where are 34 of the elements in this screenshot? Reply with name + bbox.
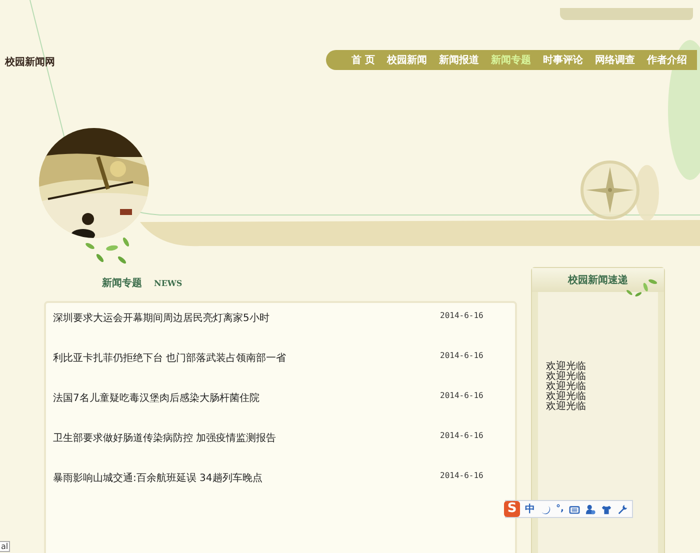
punctuation-toggle[interactable]: °,: [556, 504, 564, 514]
nav-link[interactable]: 首 页: [346, 53, 381, 67]
shirt-icon[interactable]: [600, 504, 612, 514]
input-mode-toggle[interactable]: 中: [525, 502, 535, 516]
marquee-text: 欢迎光临: [546, 382, 587, 392]
section-title: 新闻专题: [102, 276, 142, 290]
news-date: 2014-6-16: [440, 351, 484, 360]
nav-link[interactable]: 新闻报道: [433, 53, 485, 67]
marquee-text: 欢迎光临: [546, 362, 587, 372]
user-icon[interactable]: [584, 504, 596, 514]
news-link[interactable]: 卫生部要求做好肠道传染病防控 加强疫情监测报告: [53, 431, 440, 445]
news-link[interactable]: 暴雨影响山城交通:百余航班延误 34趟列车晚点: [53, 471, 440, 485]
marquee-text: 欢迎光临: [546, 372, 587, 382]
news-date: 2014-6-16: [440, 431, 484, 440]
section-subtitle: NEWS: [154, 278, 182, 288]
marquee-text: 欢迎光临: [546, 402, 587, 412]
nav-link[interactable]: 时事评论: [537, 53, 589, 67]
nav-link[interactable]: 网络调查: [589, 53, 641, 67]
nav-link[interactable]: 作者介绍: [641, 53, 693, 67]
news-link[interactable]: 深圳要求大运会开幕期间周边居民亮灯离家5小时: [53, 311, 440, 325]
ime-logo[interactable]: S: [504, 501, 520, 517]
keyboard-icon[interactable]: [568, 504, 580, 514]
site-title: 校园新闻网: [5, 55, 55, 69]
news-date: 2014-6-16: [440, 311, 484, 320]
nav-link[interactable]: 校园新闻: [381, 53, 433, 67]
news-link[interactable]: 利比亚卡扎菲仍拒绝下台 也门部落武装占领南部一省: [53, 351, 440, 365]
news-date: 2014-6-16: [440, 471, 484, 480]
wrench-icon[interactable]: [616, 504, 628, 514]
status-text: al: [0, 541, 10, 552]
marquee-text: 欢迎光临: [546, 392, 587, 402]
nav-link[interactable]: 新闻专题: [485, 53, 537, 67]
sidebar-title: 校园新闻速递: [568, 273, 628, 287]
news-date: 2014-6-16: [440, 391, 484, 400]
news-link[interactable]: 法国7名儿童疑吃毒汉堡肉后感染大肠杆菌住院: [53, 391, 440, 405]
